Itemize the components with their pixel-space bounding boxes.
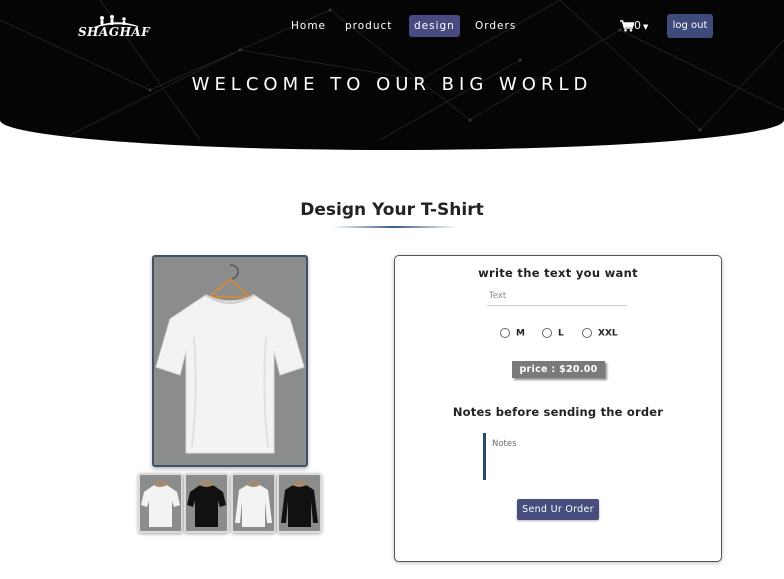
cart-dropdown[interactable]: 0 ▼: [620, 15, 648, 37]
notes-heading: Notes before sending the order: [452, 405, 664, 419]
thumbnail-white-tshirt[interactable]: [138, 473, 183, 533]
size-option-l[interactable]: L: [542, 328, 564, 340]
size-label-l: L: [558, 328, 564, 339]
custom-text-input[interactable]: [487, 286, 627, 306]
page-title: Design Your T-Shirt: [300, 200, 484, 220]
tshirt-preview-icon: [155, 264, 305, 454]
radio-l[interactable]: [542, 328, 552, 338]
logout-button[interactable]: log out: [667, 14, 713, 38]
nav-product[interactable]: product: [340, 15, 397, 37]
price-badge: price : $20.00: [512, 361, 605, 378]
size-option-xxl[interactable]: XXL: [582, 328, 618, 340]
radio-xxl[interactable]: [582, 328, 592, 338]
cart-icon: [620, 20, 635, 32]
size-option-m[interactable]: M: [500, 328, 525, 340]
chevron-down-icon: ▼: [643, 23, 649, 31]
black-tshirt-icon: [187, 479, 226, 527]
cart-count: 0: [634, 19, 641, 32]
nav-design[interactable]: design: [409, 15, 460, 37]
white-longsleeve-icon: [235, 479, 272, 527]
nav-home[interactable]: Home: [286, 15, 331, 37]
nav-orders[interactable]: Orders: [470, 15, 521, 37]
text-field-label: write the text you want: [478, 266, 638, 280]
size-label-m: M: [516, 328, 525, 339]
white-tshirt-icon: [141, 479, 180, 527]
radio-m[interactable]: [500, 328, 510, 338]
thumbnail-black-longsleeve[interactable]: [277, 473, 322, 533]
thumbnail-white-longsleeve[interactable]: [231, 473, 276, 533]
hero-header: SHAGHAF Home product design Orders 0 ▼ lo…: [0, 0, 784, 150]
welcome-heading: WELCOME TO OUR BIG WORLD: [191, 74, 593, 95]
thumbnail-black-tshirt[interactable]: [184, 473, 229, 533]
send-order-button[interactable]: Send Ur Order: [517, 499, 599, 520]
size-label-xxl: XXL: [598, 328, 618, 339]
notes-textarea[interactable]: [483, 433, 633, 480]
shirt-preview: [152, 255, 308, 467]
black-longsleeve-icon: [281, 479, 318, 527]
title-underline: [331, 226, 458, 228]
